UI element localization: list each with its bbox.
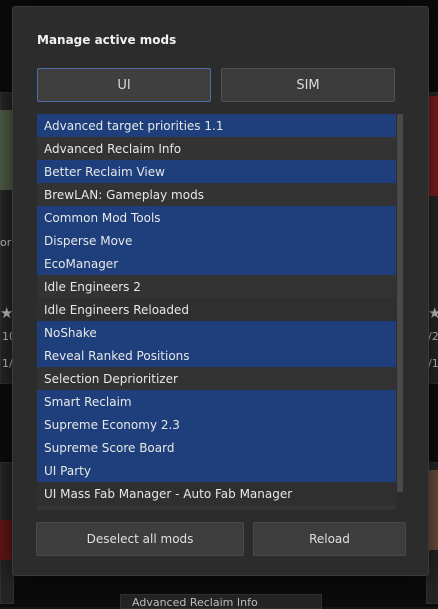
mod-list-item[interactable]: Advanced target priorities 1.1	[37, 114, 396, 137]
mod-list-item[interactable]: Idle Engineers 2	[37, 275, 396, 298]
mod-list-item[interactable]: BrewLAN: Gameplay mods	[37, 183, 396, 206]
mod-name: Idle Engineers 2	[44, 279, 141, 294]
mod-name: Common Mod Tools	[44, 210, 161, 225]
mod-list-item[interactable]: Smart Reclaim	[37, 390, 396, 413]
tab-sim[interactable]: SIM	[221, 68, 395, 102]
deselect-all-label: Deselect all mods	[86, 532, 194, 546]
background-text-fragment: /1	[428, 357, 438, 370]
tab-sim-label: SIM	[296, 77, 320, 93]
mod-name: UI Mass Fab Manager - Auto Fab Manager	[44, 486, 293, 501]
star-icon: ★	[428, 304, 438, 322]
mod-name: NoShake	[44, 325, 97, 340]
mod-list-item[interactable]: EcoManager	[37, 252, 396, 275]
mod-name: Advanced Reclaim Info	[44, 141, 182, 156]
manage-mods-dialog: Manage active mods UI SIM Advanced targe…	[12, 6, 429, 576]
background-text-fragment: or	[0, 236, 12, 249]
mod-list-item[interactable]: NoShake	[37, 321, 396, 344]
mod-list-item[interactable]: Selection Deprioritizer	[37, 367, 396, 390]
mod-name: Selection Deprioritizer	[44, 371, 178, 386]
mod-list: Advanced target priorities 1.1 Advanced R…	[37, 114, 396, 510]
mod-name: Idle Engineers Reloaded	[44, 302, 190, 317]
mod-list-item[interactable]: Better Reclaim View	[37, 160, 396, 183]
mod-list-item[interactable]: Disperse Move	[37, 229, 396, 252]
mod-list-item[interactable]: ZePMiniMapZoom	[37, 505, 396, 510]
reload-button[interactable]: Reload	[253, 522, 406, 556]
mod-name: Disperse Move	[44, 233, 133, 248]
mod-name: Supreme Economy 2.3	[44, 417, 180, 432]
mod-list-item[interactable]: UI Party	[37, 459, 396, 482]
mod-list-item[interactable]: Supreme Score Board	[37, 436, 396, 459]
mod-list-item[interactable]: Idle Engineers Reloaded	[37, 298, 396, 321]
background-thumbnail-left-bottom	[0, 520, 12, 560]
mod-name: UI Party	[44, 463, 91, 478]
mod-name: Reveal Ranked Positions	[44, 348, 190, 363]
tab-ui[interactable]: UI	[37, 68, 211, 102]
mod-list-item[interactable]: UI Mass Fab Manager - Auto Fab Manager	[37, 482, 396, 505]
background-text-fragment: Advanced Reclaim Info	[132, 596, 258, 609]
mod-name: BrewLAN: Gameplay mods	[44, 187, 204, 202]
mod-list-item[interactable]: Common Mod Tools	[37, 206, 396, 229]
mod-name: ZePMiniMapZoom	[44, 510, 151, 511]
mod-name: Better Reclaim View	[44, 164, 165, 179]
mod-name: Smart Reclaim	[44, 394, 132, 409]
scrollbar-thumb[interactable]	[397, 114, 403, 492]
background-thumbnail-left	[0, 110, 12, 190]
mod-list-scrollbar[interactable]	[397, 114, 403, 510]
mod-list-item[interactable]: Reveal Ranked Positions	[37, 344, 396, 367]
mod-list-item[interactable]: Advanced Reclaim Info	[37, 137, 396, 160]
mod-list-item[interactable]: Supreme Economy 2.3	[37, 413, 396, 436]
dialog-title: Manage active mods	[37, 33, 177, 47]
mod-name: Supreme Score Board	[44, 440, 175, 455]
reload-label: Reload	[309, 532, 350, 546]
mod-name: EcoManager	[44, 256, 119, 271]
mod-name: Advanced target priorities 1.1	[44, 118, 224, 133]
deselect-all-button[interactable]: Deselect all mods	[36, 522, 244, 556]
background-text-fragment: /2	[428, 330, 438, 343]
tab-ui-label: UI	[117, 77, 131, 93]
